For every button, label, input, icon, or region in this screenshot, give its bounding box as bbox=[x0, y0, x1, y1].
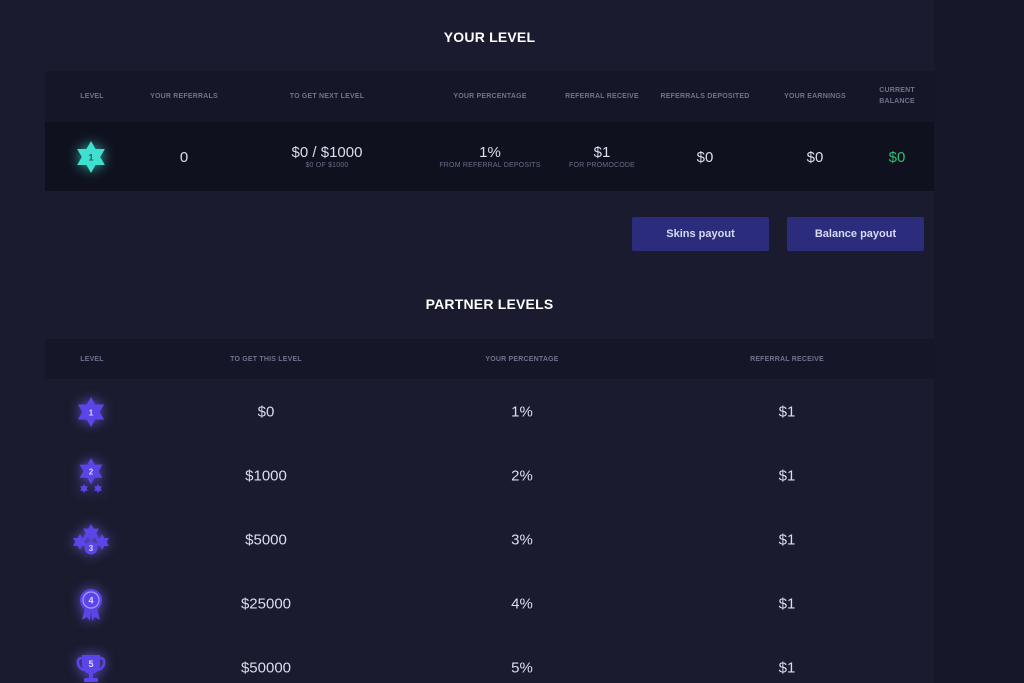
partner-header-to-get: TO GET THIS LEVEL bbox=[230, 356, 302, 363]
percentage-value: 1% bbox=[511, 403, 533, 421]
to-get-value: $25000 bbox=[240, 595, 292, 613]
referral-receive-value: $1 bbox=[778, 403, 796, 421]
header-your-percentage: YOUR PERCENTAGE bbox=[453, 93, 527, 100]
level-1-star-icon: 1 bbox=[69, 135, 113, 179]
referral-receive-value: $1 bbox=[778, 531, 796, 549]
svg-text:3: 3 bbox=[89, 544, 94, 553]
percentage-value: 3% bbox=[511, 531, 533, 549]
referral-receive-value: $1 bbox=[593, 144, 611, 161]
to-get-value: $1000 bbox=[245, 467, 287, 485]
partner-level-row: 5 $50000 5% $1 bbox=[45, 636, 934, 683]
header-referrals-deposited: REFERRALS DEPOSITED bbox=[660, 93, 750, 100]
to-get-value: $5000 bbox=[245, 531, 287, 549]
svg-text:4: 4 bbox=[88, 596, 93, 606]
next-level-cell: $0 / $1000 $0 OF $1000 bbox=[267, 144, 387, 169]
svg-text:5: 5 bbox=[88, 659, 93, 669]
your-level-title: YOUR LEVEL bbox=[443, 29, 536, 45]
referral-receive-sub: FOR PROMOCODE bbox=[569, 162, 635, 169]
your-level-table-header: LEVEL YOUR REFERRALS TO GET NEXT LEVEL Y… bbox=[45, 71, 934, 122]
to-get-value: $0 bbox=[257, 403, 275, 421]
referrals-deposited-value: $0 bbox=[696, 149, 714, 166]
percentage-value: 4% bbox=[511, 595, 533, 613]
partner-level-row: 2 $1000 2% $1 bbox=[45, 444, 934, 508]
percentage-cell: 1% FROM REFERRAL DEPOSITS bbox=[430, 144, 550, 169]
star-3-icon: 3 bbox=[69, 518, 113, 562]
partner-level-row: 4 $25000 4% $1 bbox=[45, 572, 934, 636]
referral-receive-value: $1 bbox=[778, 467, 796, 485]
header-your-referrals: YOUR REFERRALS bbox=[150, 93, 218, 100]
partner-header-referral-receive: REFERRAL RECEIVE bbox=[750, 356, 824, 363]
referral-receive-value: $1 bbox=[778, 595, 796, 613]
next-level-value: $0 / $1000 bbox=[291, 144, 363, 161]
skins-payout-button[interactable]: Skins payout bbox=[632, 217, 769, 251]
referral-receive-cell: $1 FOR PROMOCODE bbox=[552, 144, 652, 169]
percentage-value: 2% bbox=[511, 467, 533, 485]
partner-levels-table-header: LEVEL TO GET THIS LEVEL YOUR PERCENTAGE … bbox=[45, 339, 934, 379]
percentage-value: 1% bbox=[479, 144, 501, 161]
partner-header-level: LEVEL bbox=[80, 356, 104, 363]
svg-text:2: 2 bbox=[89, 467, 94, 476]
svg-text:1: 1 bbox=[89, 407, 94, 417]
your-level-row: 1 0 $0 / $1000 $0 OF $1000 1% FROM REFER… bbox=[45, 122, 934, 191]
to-get-value: $50000 bbox=[240, 659, 292, 677]
referral-receive-value: $1 bbox=[778, 659, 796, 677]
header-current-balance: CURRENT BALANCE bbox=[879, 87, 915, 105]
trophy-icon: 5 bbox=[69, 646, 113, 683]
your-earnings-value: $0 bbox=[806, 149, 824, 166]
header-level: LEVEL bbox=[80, 93, 104, 100]
header-referral-receive: REFERRAL RECEIVE bbox=[565, 93, 639, 100]
percentage-sub: FROM REFERRAL DEPOSITS bbox=[439, 162, 541, 169]
star-2-icon: 2 bbox=[69, 454, 113, 498]
your-referrals-value: 0 bbox=[179, 149, 189, 166]
right-background-strip bbox=[934, 0, 1024, 683]
svg-text:1: 1 bbox=[88, 152, 93, 162]
header-your-earnings: YOUR EARNINGS bbox=[784, 93, 846, 100]
partner-level-row: 1 $0 1% $1 bbox=[45, 380, 934, 444]
partner-header-percentage: YOUR PERCENTAGE bbox=[485, 356, 559, 363]
star-1-icon: 1 bbox=[69, 390, 113, 434]
medal-icon: 4 bbox=[69, 582, 113, 626]
current-balance-value: $0 bbox=[888, 149, 906, 166]
percentage-value: 5% bbox=[511, 659, 533, 677]
balance-payout-button[interactable]: Balance payout bbox=[787, 217, 924, 251]
header-next-level: TO GET NEXT LEVEL bbox=[289, 93, 365, 100]
partner-level-row: 3 $5000 3% $1 bbox=[45, 508, 934, 572]
partner-levels-title: PARTNER LEVELS bbox=[425, 296, 554, 312]
next-level-sub: $0 OF $1000 bbox=[305, 162, 349, 169]
